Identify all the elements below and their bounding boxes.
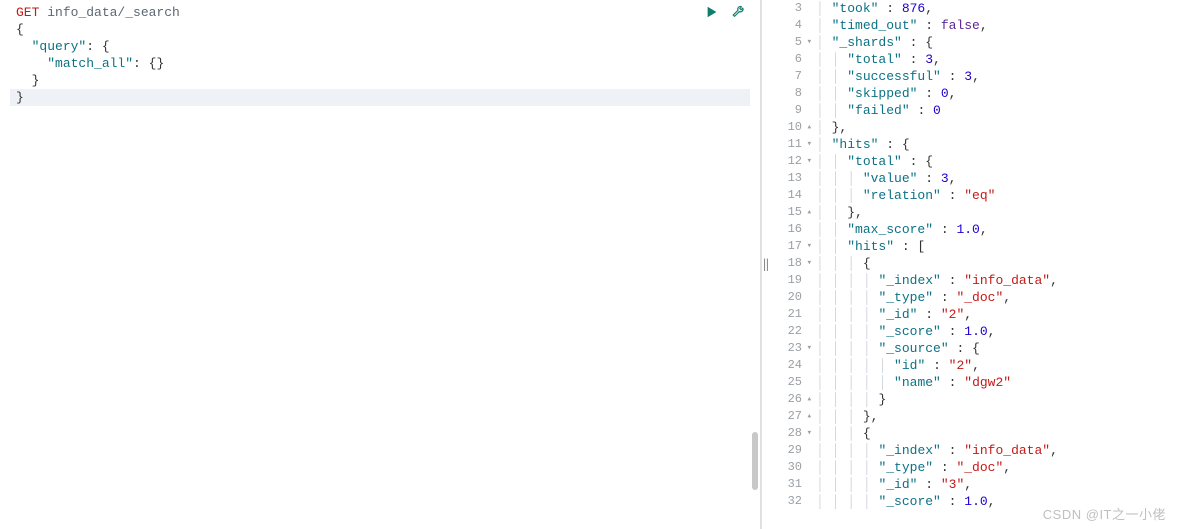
- response-line-number: 18▾: [762, 255, 810, 272]
- response-line-number: 7: [762, 68, 810, 85]
- request-editor-pane: GET info_data/_search{ "query": { "match…: [0, 0, 761, 529]
- response-code-line[interactable]: │ │ },: [816, 204, 1184, 221]
- fold-toggle-icon[interactable]: ▴: [807, 391, 812, 408]
- request-code-line[interactable]: }: [10, 89, 750, 106]
- response-code-line[interactable]: │ │ "successful" : 3,: [816, 68, 1184, 85]
- response-code-line[interactable]: │ │ "total" : {: [816, 153, 1184, 170]
- response-line-number: 29: [762, 442, 810, 459]
- response-line-number: 3: [762, 0, 810, 17]
- fold-toggle-icon[interactable]: ▾: [807, 136, 812, 153]
- response-line-number: 14: [762, 187, 810, 204]
- response-line-number: 16: [762, 221, 810, 238]
- response-line-number: 9: [762, 102, 810, 119]
- play-icon: [705, 5, 719, 19]
- request-scrollbar-thumb[interactable]: [752, 432, 758, 490]
- response-code-line[interactable]: │ "took" : 876,: [816, 0, 1184, 17]
- response-line-number: 28▾: [762, 425, 810, 442]
- response-code-line[interactable]: │ │ "total" : 3,: [816, 51, 1184, 68]
- response-code-line[interactable]: │ │ │ "value" : 3,: [816, 170, 1184, 187]
- request-code-line[interactable]: }: [10, 72, 760, 89]
- response-code-line[interactable]: │ │ │ │ "_id" : "3",: [816, 476, 1184, 493]
- response-line-number: 24: [762, 357, 810, 374]
- response-line-number: 20: [762, 289, 810, 306]
- fold-toggle-icon[interactable]: ▾: [807, 153, 812, 170]
- response-code-line[interactable]: │ │ │ │ "_score" : 1.0,: [816, 493, 1184, 510]
- request-code-line[interactable]: GET info_data/_search: [10, 4, 760, 21]
- fold-toggle-icon[interactable]: ▴: [807, 119, 812, 136]
- request-code-area[interactable]: GET info_data/_search{ "query": { "match…: [10, 0, 760, 529]
- response-code-line[interactable]: │ │ │ │ }: [816, 391, 1184, 408]
- response-code-line[interactable]: │ "_shards" : {: [816, 34, 1184, 51]
- response-gutter: 345▾678910▴11▾12▾131415▴1617▾18▾19202122…: [762, 0, 810, 529]
- response-code-line[interactable]: │ │ "hits" : [: [816, 238, 1184, 255]
- response-code-line[interactable]: │ │ "max_score" : 1.0,: [816, 221, 1184, 238]
- editor-split-view: GET info_data/_search{ "query": { "match…: [0, 0, 1184, 529]
- run-request-button[interactable]: [704, 4, 720, 20]
- response-code-line[interactable]: │ │ │ │ "_type" : "_doc",: [816, 289, 1184, 306]
- fold-toggle-icon[interactable]: ▾: [807, 238, 812, 255]
- request-code-line[interactable]: {: [10, 21, 760, 38]
- response-line-number: 31: [762, 476, 810, 493]
- response-code-line[interactable]: │ │ │ },: [816, 408, 1184, 425]
- request-code-line[interactable]: "query": {: [10, 38, 760, 55]
- request-gutter: [0, 0, 10, 529]
- response-code-line[interactable]: │ │ │ │ "_type" : "_doc",: [816, 459, 1184, 476]
- wrench-icon: [731, 5, 745, 19]
- response-code-line[interactable]: │ │ │ │ "_index" : "info_data",: [816, 272, 1184, 289]
- response-line-number: 22: [762, 323, 810, 340]
- response-code-line[interactable]: │ │ │ │ "_index" : "info_data",: [816, 442, 1184, 459]
- request-options-button[interactable]: [730, 4, 746, 20]
- response-code-line[interactable]: │ │ │ │ "_id" : "2",: [816, 306, 1184, 323]
- response-code-line[interactable]: │ │ │ │ │ "name" : "dgw2": [816, 374, 1184, 391]
- fold-toggle-icon[interactable]: ▴: [807, 408, 812, 425]
- response-code-line[interactable]: │ │ │ {: [816, 425, 1184, 442]
- response-line-number: 15▴: [762, 204, 810, 221]
- response-line-number: 10▴: [762, 119, 810, 136]
- response-line-number: 19: [762, 272, 810, 289]
- fold-toggle-icon[interactable]: ▾: [807, 255, 812, 272]
- response-code-line[interactable]: │ "timed_out" : false,: [816, 17, 1184, 34]
- response-line-number: 12▾: [762, 153, 810, 170]
- response-line-number: 13: [762, 170, 810, 187]
- response-code-line[interactable]: │ },: [816, 119, 1184, 136]
- response-code-area[interactable]: │ "took" : 876,│ "timed_out" : false,│ "…: [810, 0, 1184, 529]
- response-line-number: 25: [762, 374, 810, 391]
- request-toolbar: [704, 4, 746, 20]
- response-code-line[interactable]: │ "hits" : {: [816, 136, 1184, 153]
- response-line-number: 26▴: [762, 391, 810, 408]
- response-line-number: 8: [762, 85, 810, 102]
- response-code-line[interactable]: │ │ │ │ "_source" : {: [816, 340, 1184, 357]
- response-line-number: 32: [762, 493, 810, 510]
- response-line-number: 6: [762, 51, 810, 68]
- response-line-number: 11▾: [762, 136, 810, 153]
- response-line-number: 23▾: [762, 340, 810, 357]
- response-line-number: 17▾: [762, 238, 810, 255]
- fold-toggle-icon[interactable]: ▾: [807, 340, 812, 357]
- response-code-line[interactable]: │ │ │ {: [816, 255, 1184, 272]
- response-code-line[interactable]: │ │ │ │ "_score" : 1.0,: [816, 323, 1184, 340]
- response-line-number: 30: [762, 459, 810, 476]
- response-code-line[interactable]: │ │ │ "relation" : "eq": [816, 187, 1184, 204]
- fold-toggle-icon[interactable]: ▾: [807, 425, 812, 442]
- response-code-line[interactable]: │ │ "failed" : 0: [816, 102, 1184, 119]
- response-line-number: 4: [762, 17, 810, 34]
- request-code-line[interactable]: "match_all": {}: [10, 55, 760, 72]
- response-code-line[interactable]: │ │ "skipped" : 0,: [816, 85, 1184, 102]
- fold-toggle-icon[interactable]: ▴: [807, 204, 812, 221]
- fold-toggle-icon[interactable]: ▾: [807, 34, 812, 51]
- response-line-number: 5▾: [762, 34, 810, 51]
- response-code-line[interactable]: │ │ │ │ │ "id" : "2",: [816, 357, 1184, 374]
- response-line-number: 21: [762, 306, 810, 323]
- response-line-number: 27▴: [762, 408, 810, 425]
- response-viewer-pane: 345▾678910▴11▾12▾131415▴1617▾18▾19202122…: [761, 0, 1184, 529]
